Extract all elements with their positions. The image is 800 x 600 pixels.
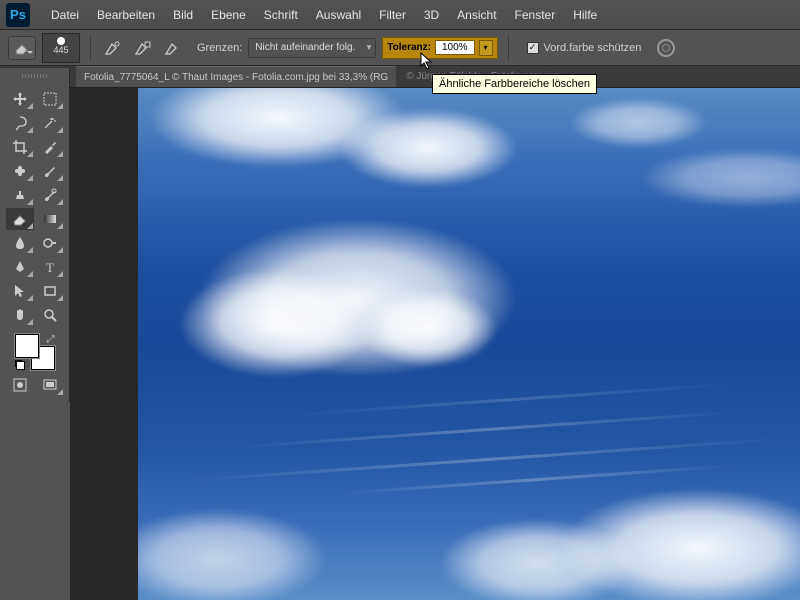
brush-tool[interactable]: [36, 160, 64, 182]
brush-size-label: 445: [53, 45, 68, 55]
sampling-once-icon[interactable]: [131, 37, 155, 59]
color-swatches[interactable]: ⤢: [15, 334, 55, 370]
limits-value: Nicht aufeinander folg.: [255, 42, 355, 53]
hand-tool[interactable]: [6, 304, 34, 326]
sampling-continuous-icon[interactable]: [101, 37, 125, 59]
brush-preset-picker[interactable]: 445: [42, 33, 80, 63]
dodge-tool[interactable]: [36, 232, 64, 254]
toolbox-grip[interactable]: [4, 74, 65, 84]
swap-colors-icon[interactable]: ⤢: [47, 334, 55, 345]
lasso-tool[interactable]: [6, 112, 34, 134]
menu-bearbeiten[interactable]: Bearbeiten: [88, 0, 164, 30]
foreground-color-swatch[interactable]: [15, 334, 39, 358]
menu-datei[interactable]: Datei: [42, 0, 88, 30]
move-tool[interactable]: [6, 88, 34, 110]
path-selection-tool[interactable]: [6, 280, 34, 302]
menu-hilfe[interactable]: Hilfe: [564, 0, 606, 30]
eraser-icon: [14, 41, 30, 55]
toolbox: T ⤢: [0, 68, 70, 402]
separator: [508, 35, 509, 61]
gradient-tool[interactable]: [36, 208, 64, 230]
limits-dropdown[interactable]: Nicht aufeinander folg.: [248, 38, 376, 58]
magic-wand-tool[interactable]: [36, 112, 64, 134]
blur-tool[interactable]: [6, 232, 34, 254]
svg-text:T: T: [46, 260, 54, 275]
type-tool[interactable]: T: [36, 256, 64, 278]
document-tab-active[interactable]: Fotolia_7775064_L © Thaut Images - Fotol…: [76, 66, 396, 88]
protect-foreground-label: Vord.farbe schützen: [544, 42, 642, 54]
menu-filter[interactable]: Filter: [370, 0, 415, 30]
marquee-tool[interactable]: [36, 88, 64, 110]
brush-dot-icon: [57, 37, 65, 45]
menu-auswahl[interactable]: Auswahl: [307, 0, 370, 30]
menu-3d[interactable]: 3D: [415, 0, 448, 30]
tolerance-control[interactable]: Toleranz: 100% ▾: [382, 37, 497, 59]
tooltip: Ähnliche Farbbereiche löschen: [432, 74, 597, 94]
app-logo[interactable]: Ps: [6, 3, 30, 27]
menu-fenster[interactable]: Fenster: [506, 0, 565, 30]
healing-brush-tool[interactable]: [6, 160, 34, 182]
menu-bild[interactable]: Bild: [164, 0, 202, 30]
screen-mode-icon[interactable]: [36, 374, 64, 396]
canvas-area: [70, 88, 800, 600]
tolerance-value[interactable]: 100%: [435, 40, 475, 55]
protect-foreground-checkbox[interactable]: ✓ Vord.farbe schützen: [527, 42, 642, 54]
tool-preset-picker[interactable]: [8, 36, 36, 60]
zoom-tool[interactable]: [36, 304, 64, 326]
limits-label: Grenzen:: [197, 42, 242, 54]
separator: [90, 35, 91, 61]
document-tab-bar: Fotolia_7775064_L © Thaut Images - Fotol…: [0, 66, 800, 88]
rectangle-tool[interactable]: [36, 280, 64, 302]
quick-mask-icon[interactable]: [6, 374, 34, 396]
eyedropper-tool[interactable]: [36, 136, 64, 158]
tolerance-dropdown-icon[interactable]: ▾: [479, 40, 493, 56]
tolerance-label: Toleranz:: [387, 42, 431, 53]
clone-stamp-tool[interactable]: [6, 184, 34, 206]
crop-tool[interactable]: [6, 136, 34, 158]
checkbox-icon: ✓: [527, 42, 539, 54]
document-canvas[interactable]: [138, 88, 800, 600]
menu-bar: Ps Datei Bearbeiten Bild Ebene Schrift A…: [0, 0, 800, 30]
menu-ansicht[interactable]: Ansicht: [448, 0, 505, 30]
pen-tool[interactable]: [6, 256, 34, 278]
pressure-icon[interactable]: [657, 39, 675, 57]
history-brush-tool[interactable]: [36, 184, 64, 206]
sampling-swatch-icon[interactable]: [161, 37, 185, 59]
eraser-tool[interactable]: [6, 208, 34, 230]
options-bar: 445 Grenzen: Nicht aufeinander folg. Tol…: [0, 30, 800, 66]
default-colors-icon[interactable]: [15, 360, 25, 370]
menu-ebene[interactable]: Ebene: [202, 0, 255, 30]
menu-schrift[interactable]: Schrift: [255, 0, 307, 30]
